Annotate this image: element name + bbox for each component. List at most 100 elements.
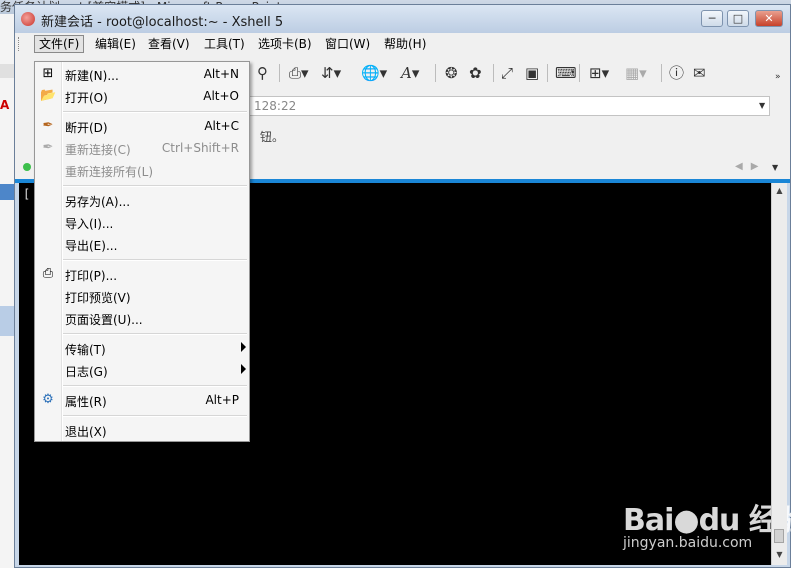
open-folder-icon: 📂 xyxy=(40,88,57,103)
scroll-up-arrow-icon[interactable]: ▲ xyxy=(772,183,787,198)
menu-item-properties[interactable]: ⚙ 属性(R) Alt+P xyxy=(35,389,249,411)
menu-item-shortcut: Alt+O xyxy=(203,89,239,103)
menu-item-label: 断开(D) xyxy=(65,121,108,135)
menu-separator xyxy=(63,111,247,113)
menu-tabs[interactable]: 选项卡(B) xyxy=(254,36,316,52)
toolbar-overflow-icon[interactable]: » xyxy=(775,69,781,85)
menu-separator xyxy=(63,333,247,335)
menu-item-save-as[interactable]: 另存为(A)... xyxy=(35,189,249,211)
menu-item-label: 另存为(A)... xyxy=(65,195,131,209)
menu-item-label: 打开(O) xyxy=(65,91,108,105)
menu-bar: 文件(F) 编辑(E) 查看(V) 工具(T) 选项卡(B) 窗口(W) 帮助(… xyxy=(15,33,790,56)
menu-item-reconnect[interactable]: ✒ 重新连接(C) Ctrl+Shift+R xyxy=(35,137,249,159)
menu-item-disconnect[interactable]: ✒ 断开(D) Alt+C xyxy=(35,115,249,137)
file-menu-dropdown: ⊞ 新建(N)... Alt+N 📂 打开(O) Alt+O ✒ 断开(D) A… xyxy=(34,61,250,442)
minimize-button[interactable]: ─ xyxy=(701,10,723,27)
scrollbar-thumb[interactable] xyxy=(774,529,784,543)
reconnect-icon: ✒ xyxy=(42,140,54,155)
menu-item-label: 日志(G) xyxy=(65,365,108,379)
window-title: 新建会话 - root@localhost:~ - Xshell 5 xyxy=(41,15,284,30)
menu-view[interactable]: 查看(V) xyxy=(144,36,194,52)
globe-icon[interactable]: 🌐▾ xyxy=(361,65,387,81)
address-value: 128:22 xyxy=(254,99,297,113)
toolbar-separator xyxy=(579,64,580,82)
new-tab-icon[interactable]: ⊞▾ xyxy=(589,65,609,81)
menu-separator xyxy=(63,385,247,387)
menu-tools[interactable]: 工具(T) xyxy=(200,36,249,52)
background-window-edge: A xyxy=(0,14,15,568)
scroll-down-arrow-icon[interactable]: ▼ xyxy=(772,547,787,562)
submenu-arrow-icon xyxy=(241,342,246,352)
xshell-app-icon[interactable] xyxy=(21,12,35,26)
xftp-icon[interactable]: ❂ xyxy=(445,65,458,81)
tip-text: 钮。 xyxy=(260,130,285,144)
menu-edit[interactable]: 编辑(E) xyxy=(91,36,140,52)
submenu-arrow-icon xyxy=(241,364,246,374)
menu-item-label: 传输(T) xyxy=(65,343,106,357)
terminal-scrollbar[interactable]: ▲ ▼ xyxy=(771,183,787,565)
menu-separator xyxy=(63,259,247,261)
menu-item-print-preview[interactable]: 打印预览(V) xyxy=(35,285,249,307)
menu-item-label: 导出(E)... xyxy=(65,239,118,253)
menu-item-label: 属性(R) xyxy=(65,395,107,409)
transfer-icon[interactable]: ⇵▾ xyxy=(321,65,341,81)
menu-item-transfer[interactable]: 传输(T) xyxy=(35,337,249,359)
printer-icon: ⎙ xyxy=(42,266,54,281)
menu-item-shortcut: Ctrl+Shift+R xyxy=(161,141,239,155)
tab-scroll-arrows-icon[interactable]: ◀▶ xyxy=(735,161,766,172)
menu-item-exit[interactable]: 退出(X) xyxy=(35,419,249,441)
maximize-button[interactable]: □ xyxy=(727,10,749,27)
menu-item-export[interactable]: 导出(E)... xyxy=(35,233,249,255)
baidu-watermark-logo: Bai●du 经验 xyxy=(623,503,791,538)
menu-item-label: 打印预览(V) xyxy=(65,291,131,305)
menu-help[interactable]: 帮助(H) xyxy=(380,36,430,52)
menu-item-label: 重新连接所有(L) xyxy=(65,165,154,179)
title-bar[interactable]: 新建会话 - root@localhost:~ - Xshell 5 ─ □ ✕ xyxy=(15,5,790,33)
toolbar-separator xyxy=(661,64,662,82)
find-icon[interactable]: ⚲ xyxy=(257,65,268,81)
close-button[interactable]: ✕ xyxy=(755,10,783,27)
background-tab-strip xyxy=(0,184,14,200)
lock-icon[interactable]: ▣ xyxy=(525,65,539,81)
disconnect-icon: ✒ xyxy=(42,118,54,133)
terminal-prompt: [ xyxy=(23,187,31,201)
tab-list-dropdown-icon[interactable]: ▼ xyxy=(772,163,778,172)
toolbar-separator xyxy=(279,64,280,82)
chat-icon[interactable]: ✉ xyxy=(693,65,706,81)
help-icon[interactable]: ⓘ xyxy=(669,65,684,81)
font-icon[interactable]: A▾ xyxy=(401,65,419,81)
background-slide-thumb xyxy=(0,306,14,336)
menu-item-import[interactable]: 导入(I)... xyxy=(35,211,249,233)
menu-item-label: 新建(N)... xyxy=(65,69,119,83)
menu-item-page-setup[interactable]: 页面设置(U)... xyxy=(35,307,249,329)
fullscreen-icon[interactable]: ⤢ xyxy=(501,65,513,81)
menu-item-label: 导入(I)... xyxy=(65,217,114,231)
toolbar-separator xyxy=(493,64,494,82)
menu-item-open[interactable]: 📂 打开(O) Alt+O xyxy=(35,85,249,107)
menu-separator xyxy=(63,415,247,417)
menu-separator xyxy=(63,185,247,187)
baidu-watermark-url: jingyan.baidu.com xyxy=(623,535,753,551)
menu-file[interactable]: 文件(F) xyxy=(34,35,85,53)
menu-item-label: 重新连接(C) xyxy=(65,143,131,157)
toolbar-separator xyxy=(547,64,548,82)
menubar-grip xyxy=(18,37,21,51)
menu-item-print[interactable]: ⎙ 打印(P)... xyxy=(35,263,249,285)
menu-window[interactable]: 窗口(W) xyxy=(321,36,374,52)
background-font-color-icon: A xyxy=(0,98,10,112)
address-dropdown-icon[interactable]: ▼ xyxy=(759,101,765,110)
menu-item-reconnect-all[interactable]: 重新连接所有(L) xyxy=(35,159,249,181)
layout-icon[interactable]: ▦▾ xyxy=(625,65,647,81)
menu-item-shortcut: Alt+P xyxy=(205,393,239,407)
properties-icon: ⚙ xyxy=(42,392,54,407)
new-session-icon: ⊞ xyxy=(42,66,54,81)
menu-item-new[interactable]: ⊞ 新建(N)... Alt+N xyxy=(35,63,249,85)
menu-item-shortcut: Alt+N xyxy=(203,67,239,81)
keyboard-icon[interactable]: ⌨ xyxy=(555,65,577,81)
menu-item-label: 打印(P)... xyxy=(65,269,118,283)
menu-item-shortcut: Alt+C xyxy=(204,119,239,133)
print-icon[interactable]: ⎙▾ xyxy=(289,65,309,81)
xmanager-icon[interactable]: ✿ xyxy=(469,65,482,81)
menu-item-log[interactable]: 日志(G) xyxy=(35,359,249,381)
background-toolbar-strip xyxy=(0,64,14,78)
